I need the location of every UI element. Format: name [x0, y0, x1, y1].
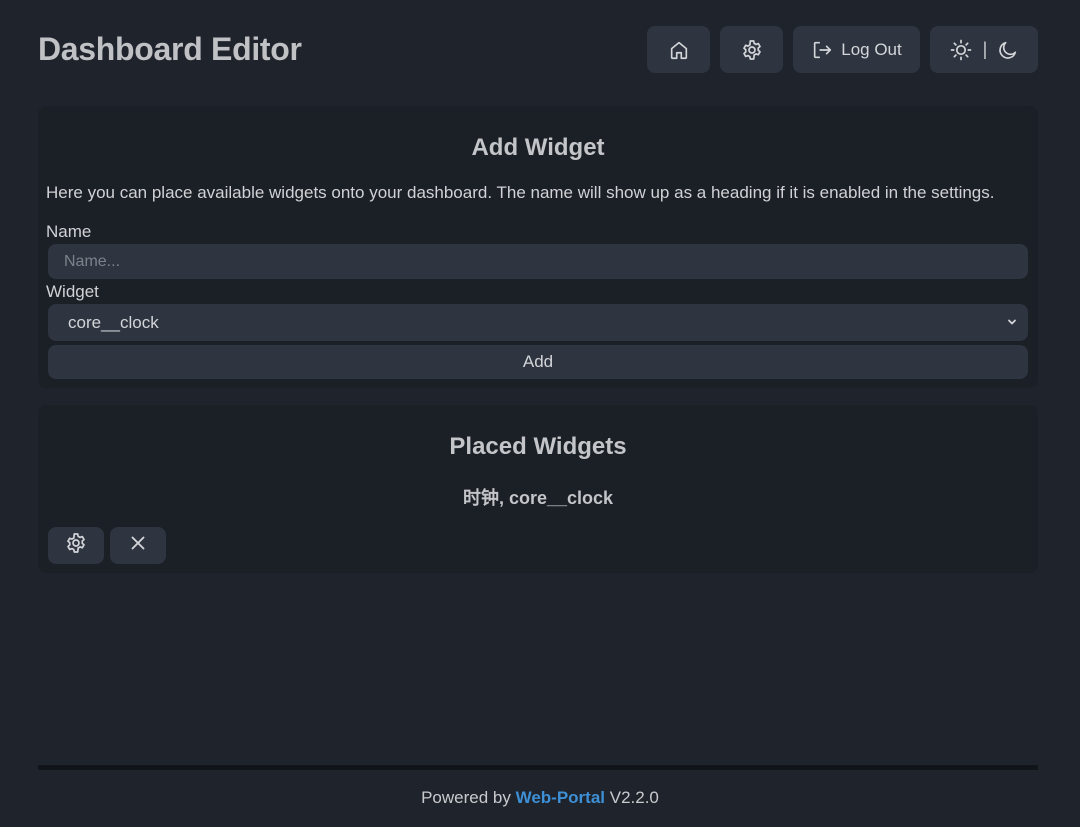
- add-widget-card: Add Widget Here you can place available …: [38, 106, 1038, 388]
- name-input[interactable]: [48, 244, 1028, 279]
- placed-widget-actions: [48, 527, 166, 564]
- sun-icon[interactable]: [949, 38, 973, 62]
- theme-toggle[interactable]: |: [930, 26, 1038, 73]
- gear-icon: [740, 38, 764, 62]
- home-icon: [668, 39, 690, 61]
- placed-widgets-title: Placed Widgets: [449, 433, 627, 460]
- placed-widget-name: 时钟, core__clock: [462, 488, 614, 508]
- widget-select-value: core__clock: [68, 312, 159, 332]
- add-widget-description: Here you can place available widgets ont…: [46, 183, 995, 202]
- gear-icon: [64, 531, 88, 560]
- moon-icon[interactable]: [997, 39, 1019, 61]
- page-title: Dashboard Editor: [38, 31, 302, 67]
- name-label: Name: [46, 222, 92, 241]
- widget-select[interactable]: core__clock: [48, 304, 1028, 341]
- close-icon: [129, 534, 147, 557]
- header-actions: Log Out |: [647, 26, 1038, 73]
- footer-link[interactable]: Web-Portal: [516, 788, 605, 807]
- widget-remove-button[interactable]: [110, 527, 166, 564]
- placed-widgets-card: Placed Widgets 时钟, core__clock: [38, 405, 1038, 573]
- dashboard-editor-page: Dashboard Editor Log Out | Add Widget He…: [0, 0, 1080, 827]
- logout-label: Log Out: [841, 39, 902, 59]
- logout-icon: [811, 39, 833, 61]
- theme-separator: |: [982, 39, 988, 59]
- add-button[interactable]: Add: [48, 345, 1028, 379]
- footer: Powered by Web-Portal V2.2.0: [0, 788, 1080, 808]
- footer-version: V2.2.0: [605, 788, 659, 807]
- footer-divider: [38, 765, 1038, 770]
- widget-label: Widget: [46, 282, 99, 301]
- home-button[interactable]: [647, 26, 710, 73]
- chevron-down-icon: [1006, 313, 1018, 333]
- widget-settings-button[interactable]: [48, 527, 104, 564]
- logout-button[interactable]: Log Out: [793, 26, 920, 73]
- settings-button[interactable]: [720, 26, 783, 73]
- add-widget-title: Add Widget: [471, 134, 605, 161]
- footer-prefix: Powered by: [421, 788, 516, 807]
